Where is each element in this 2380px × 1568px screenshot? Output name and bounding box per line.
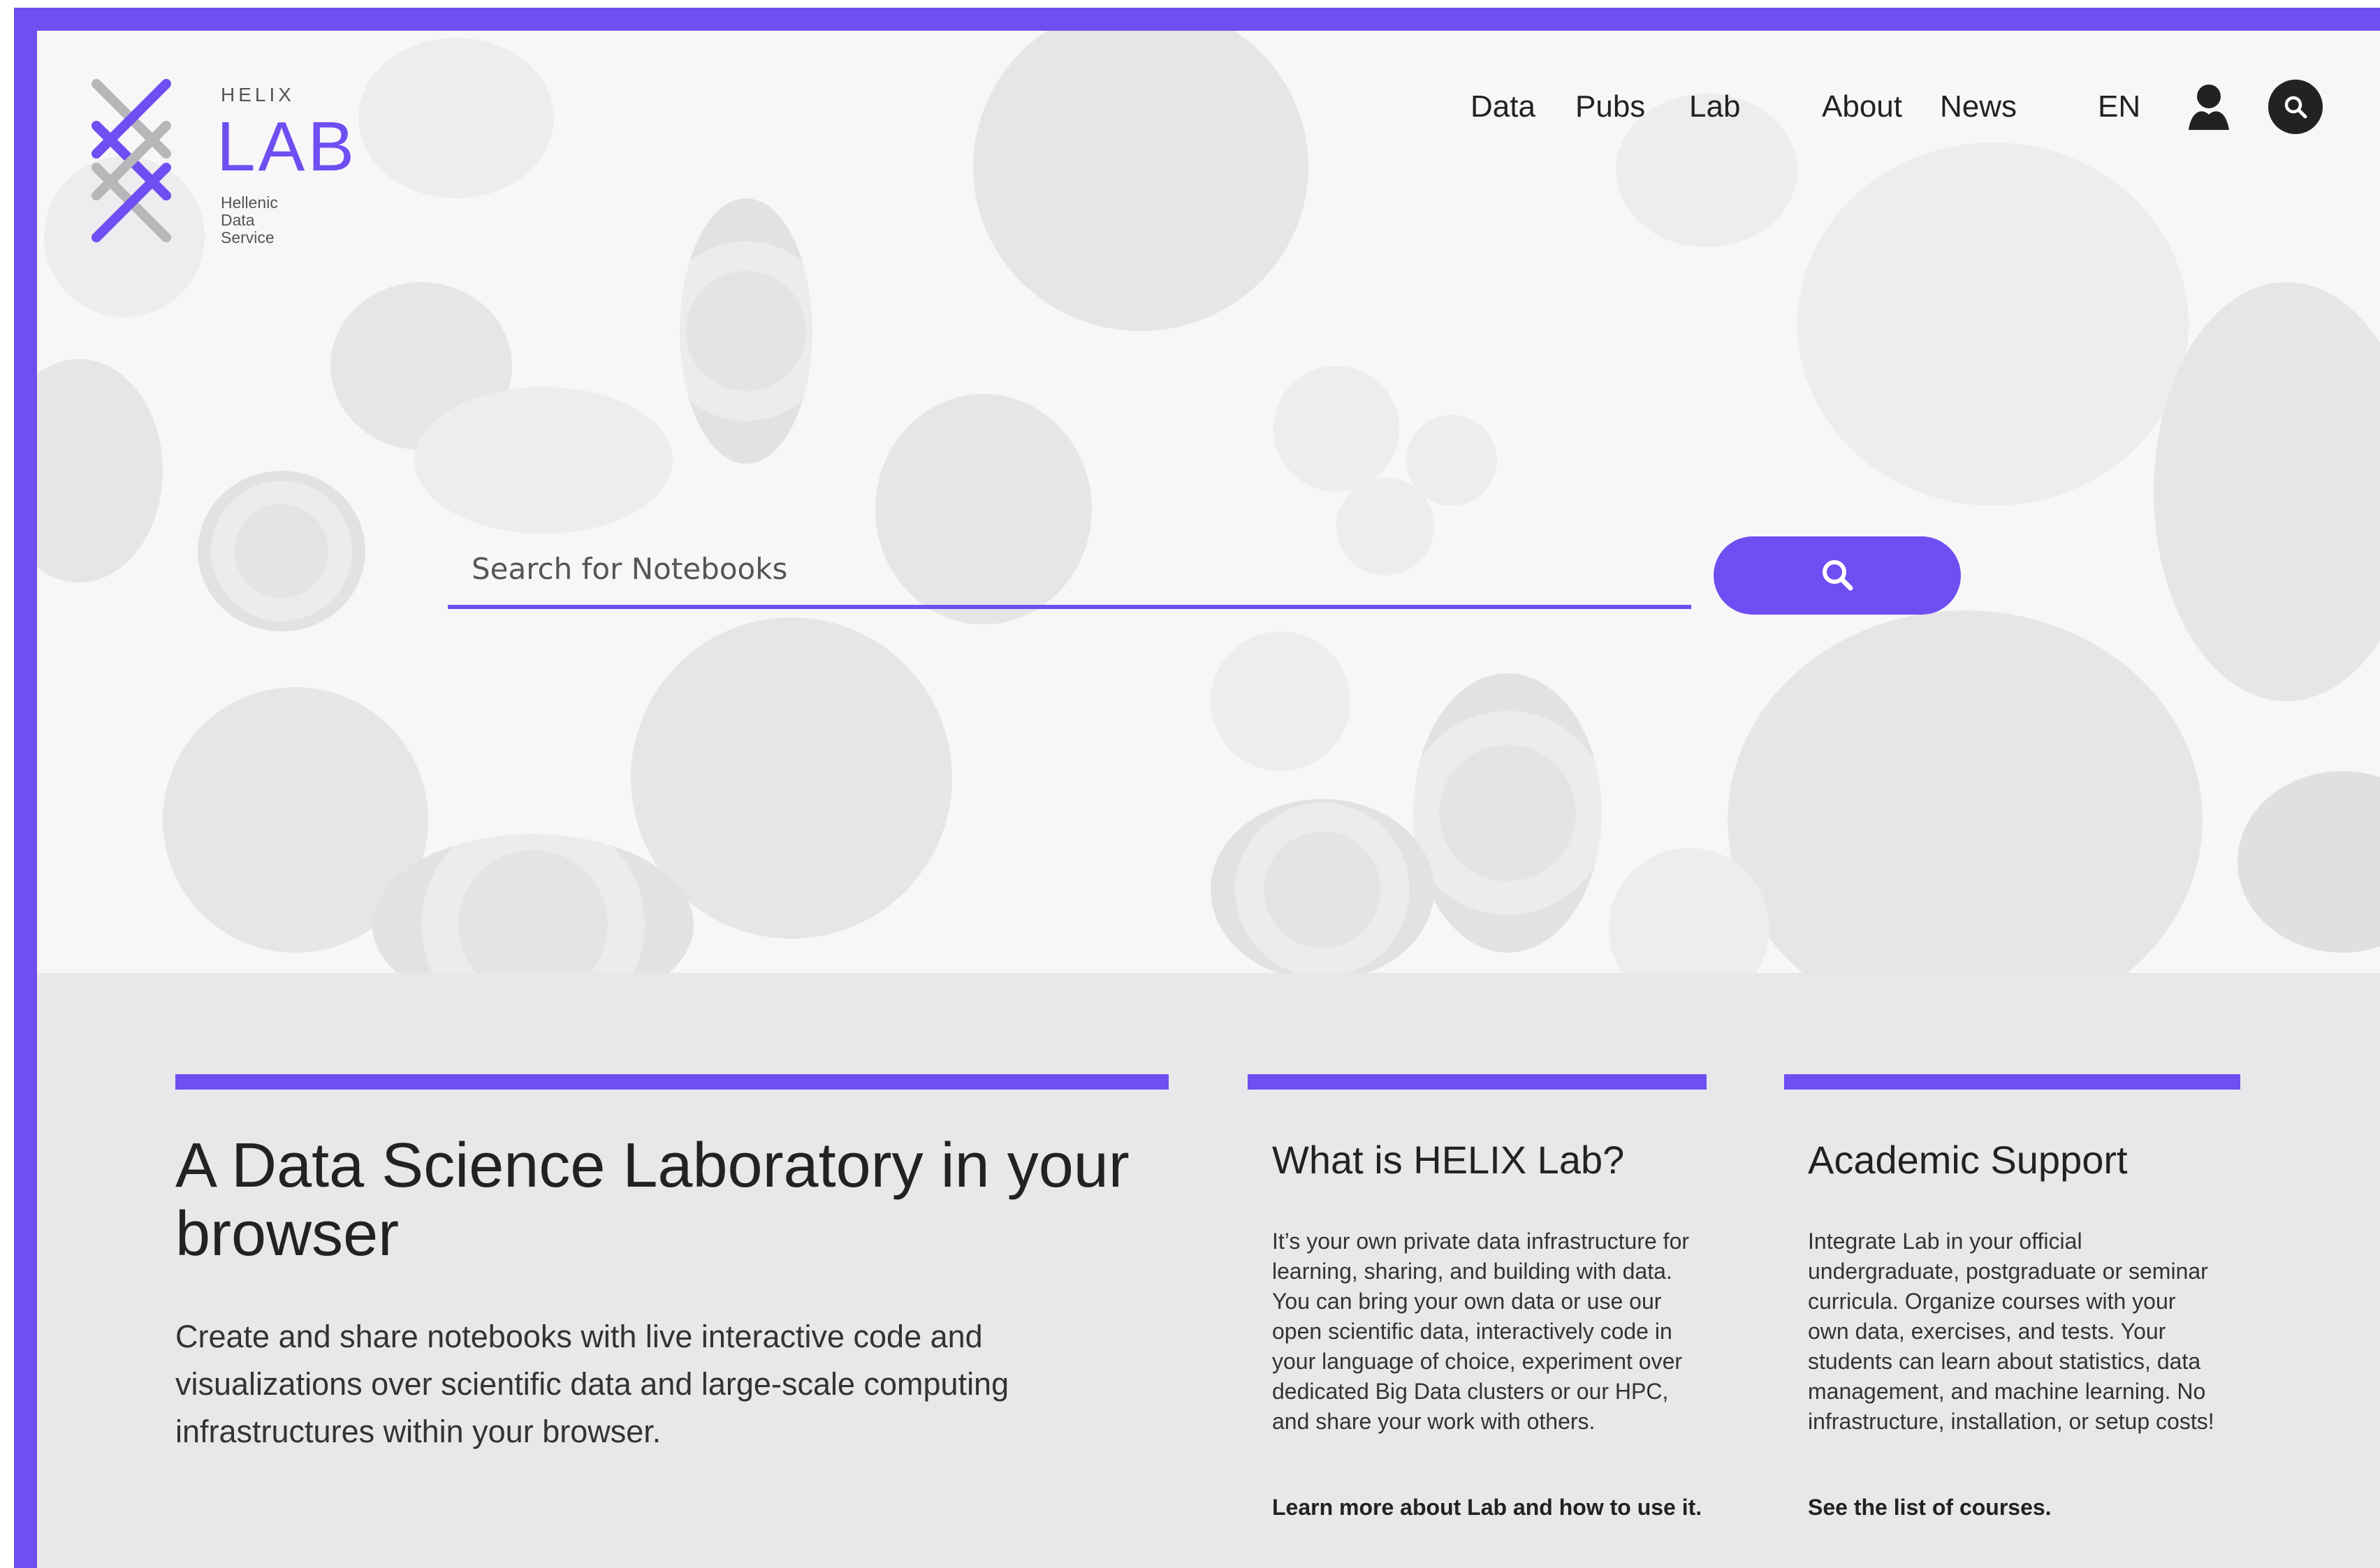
background-pollen: [1211, 799, 1434, 973]
nav-data[interactable]: Data: [1470, 89, 1535, 124]
background-pollen: [358, 38, 554, 198]
background-pollen: [973, 31, 1308, 331]
background-pollen: [1797, 142, 2189, 506]
background-pollen: [414, 387, 673, 534]
background-pollen: [198, 471, 365, 631]
what-is-learn-more-link[interactable]: Learn more about Lab and how to use it.: [1272, 1495, 1702, 1521]
logo-subtitle-line: Hellenic: [221, 193, 278, 212]
logo-helix-text: HELIX: [221, 84, 295, 105]
nav-about[interactable]: About: [1822, 89, 1902, 124]
background-pollen: [1728, 610, 2203, 973]
academic-accent-bar: [1784, 1074, 2240, 1090]
language-selector[interactable]: EN: [2098, 89, 2140, 124]
notebook-search-button[interactable]: [1714, 536, 1961, 615]
background-pollen: [1211, 631, 1350, 771]
background-pollen: [1413, 673, 1602, 953]
what-is-text: It’s your own private data infrastructur…: [1272, 1229, 1690, 1434]
hero-banner: [37, 31, 2380, 973]
header-search-button[interactable]: [2268, 80, 2323, 134]
what-is-title: What is HELIX Lab?: [1272, 1138, 1625, 1182]
logo-subtitle: Hellenic Data Service: [221, 194, 278, 247]
helix-logo-icon: [92, 79, 171, 242]
top-accent-bar: [14, 8, 2380, 31]
intro-description: Create and share notebooks with live int…: [175, 1319, 1009, 1449]
logo-lab-text: LAB: [217, 108, 358, 186]
logo-subtitle-line: Service: [221, 228, 275, 247]
background-pollen: [680, 198, 812, 464]
intro-title: A Data Science Laboratory in your browse…: [175, 1131, 1130, 1269]
left-accent-bar: [14, 8, 37, 1568]
background-pollen: [37, 359, 163, 582]
what-is-accent-bar: [1248, 1074, 1707, 1090]
background-pollen: [1273, 366, 1399, 492]
search-icon: [1823, 560, 1853, 591]
academic-support-text: Integrate Lab in your official undergrad…: [1808, 1229, 2214, 1434]
search-icon: [2284, 96, 2307, 119]
nav-news[interactable]: News: [1940, 89, 2017, 124]
nav-lab[interactable]: Lab: [1689, 89, 1740, 124]
intro-accent-bar: [175, 1074, 1169, 1090]
courses-list-link[interactable]: See the list of courses.: [1808, 1495, 2052, 1521]
logo-subtitle-line: Data: [221, 211, 255, 229]
user-icon[interactable]: [2189, 84, 2229, 130]
nav-pubs[interactable]: Pubs: [1575, 89, 1645, 124]
academic-support-title: Academic Support: [1808, 1138, 2128, 1182]
background-pollen: [2154, 282, 2380, 701]
page-frame-left: [0, 31, 14, 1568]
background-pollen: [2237, 771, 2380, 953]
helix-lab-logo[interactable]: HELIX LAB Hellenic Data Service: [89, 77, 369, 258]
notebook-search-input[interactable]: [448, 532, 1691, 609]
